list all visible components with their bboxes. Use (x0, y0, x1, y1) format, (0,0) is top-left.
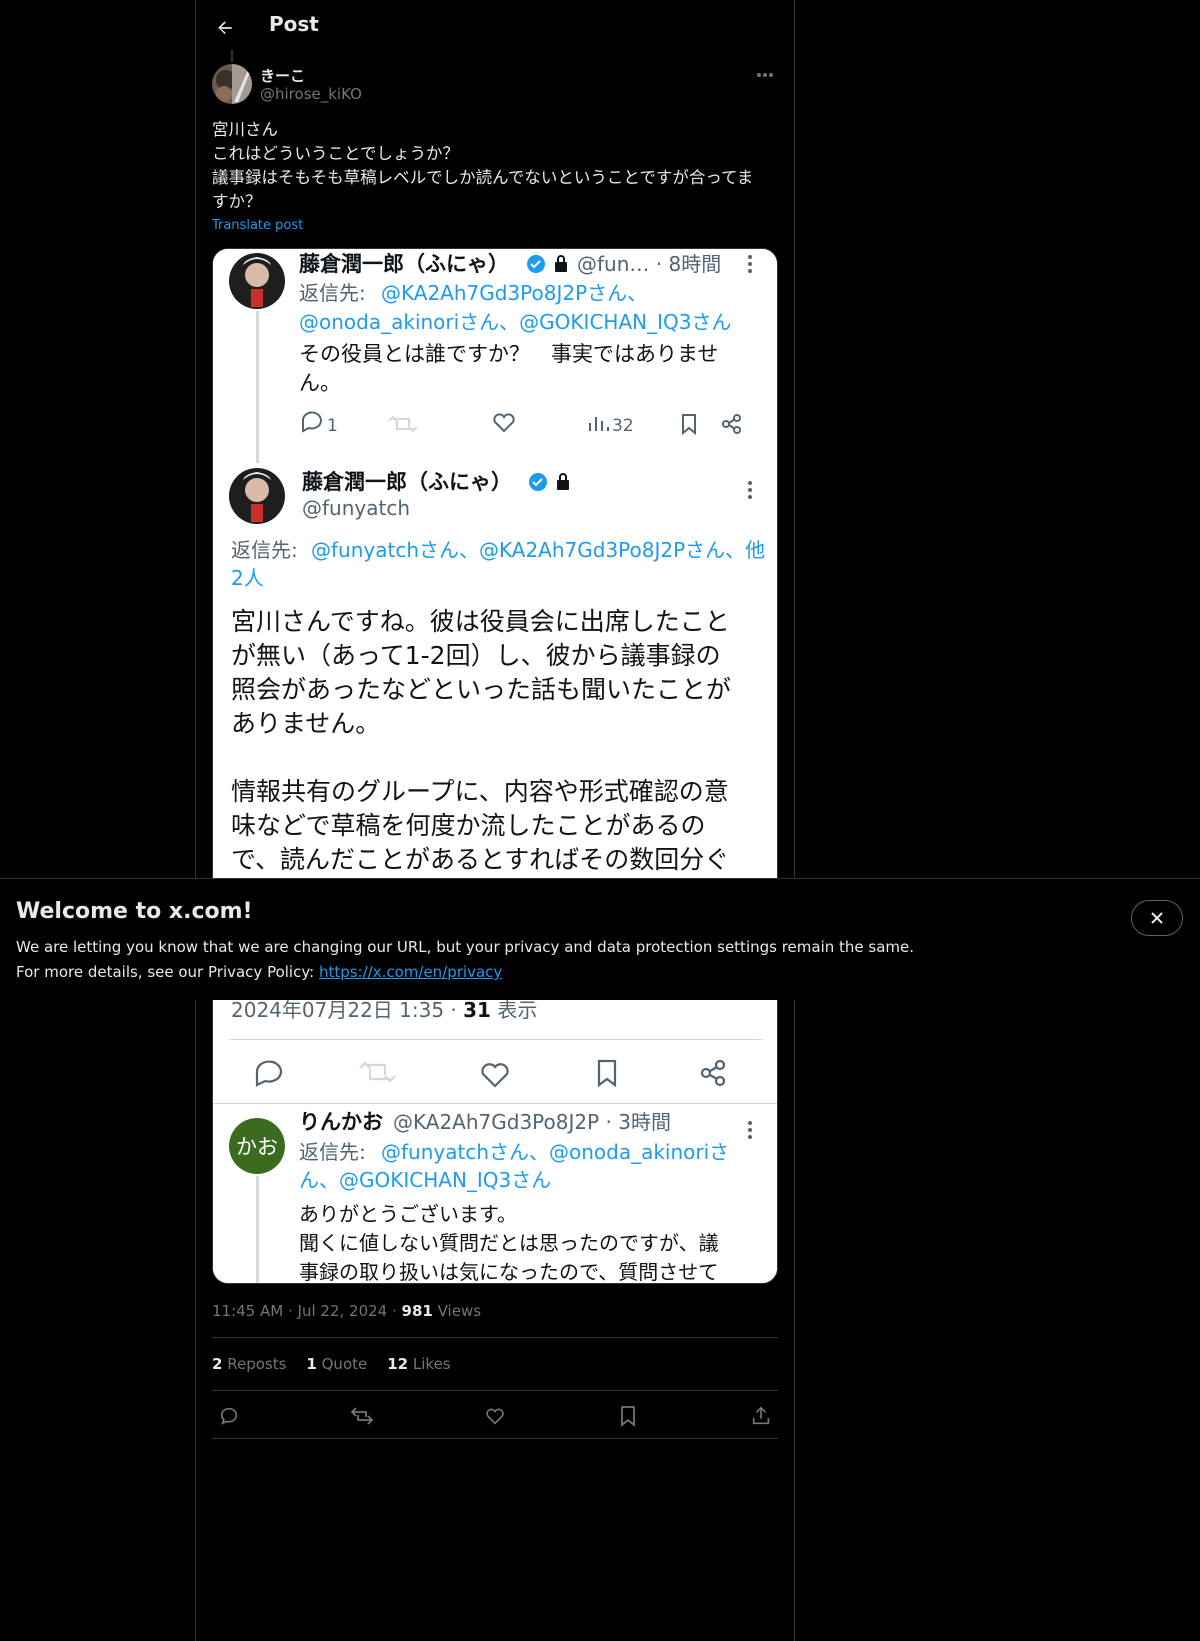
bookmark-button[interactable] (614, 1402, 642, 1430)
post-meta: 11:45 AM · Jul 22, 2024 · 981 Views (212, 1302, 482, 1320)
screenshot-reply-line: 2人 (231, 566, 264, 590)
page-title: Post (269, 12, 319, 36)
share-button[interactable] (747, 1402, 775, 1430)
divider (212, 1337, 778, 1338)
screenshot-reply-line: @funyatchさん、@onoda_akinoriさ (381, 1140, 729, 1164)
post-author: きーこ @hirose_kiKO (212, 63, 780, 107)
post-time[interactable]: 11:45 AM (212, 1302, 283, 1320)
screenshot-name: 藤倉潤一郎（ふにゃ） (301, 470, 512, 494)
verified-icon (527, 255, 545, 273)
screenshot-view-count: 32 (612, 416, 634, 436)
screenshot-text: 味などで草稿を何度か流したことがあるの (231, 811, 706, 840)
reposts-stat[interactable]: 2 Reposts (212, 1355, 286, 1373)
more-button[interactable] (750, 63, 780, 87)
screenshot-more-icon (748, 255, 752, 273)
like-button[interactable] (481, 1402, 509, 1430)
screenshot-reply-line: @KA2Ah7Gd3Po8J2Pさん、 (381, 281, 647, 305)
screenshot-reply-label: 返信先: (299, 1140, 366, 1164)
divider (212, 1390, 778, 1391)
banner-line: We are letting you know that we are chan… (16, 938, 915, 956)
screenshot-text: 照会があったなどといった話も聞いたことが (231, 675, 731, 704)
repost-icon (350, 1407, 374, 1425)
banner-text: We are letting you know that we are chan… (16, 935, 914, 985)
divider (212, 1438, 778, 1439)
post-image[interactable]: 藤倉潤一郎（ふにゃ） @fun… · 8時間 返信先: @KA2Ah7Gd3Po… (212, 248, 778, 1284)
screenshot-reply-line: @funyatchさん、@KA2Ah7Gd3Po8J2Pさん、他 (311, 538, 765, 562)
quotes-stat[interactable]: 1 Quote (306, 1355, 367, 1373)
screenshot-handle-time: @fun… · 8時間 (577, 252, 721, 276)
screenshot-reply-line: ん、@GOKICHAN_IQ3さん (299, 1168, 551, 1192)
more-horizontal-icon (757, 73, 773, 77)
banner-line: For more details, see our Privacy Policy… (16, 963, 503, 981)
screenshot-reply-label: 返信先: (231, 538, 298, 562)
screenshot-timestamp: 2024年07月22日 1:35 · 31 表示 (231, 998, 537, 1022)
reply-icon (220, 1407, 238, 1425)
close-icon (1151, 912, 1163, 924)
screenshot-name: りんかお (299, 1110, 383, 1134)
screenshot-text: が無い（あって1-2回）し、彼から議事録の (231, 641, 721, 670)
screenshot-name: 藤倉潤一郎（ふにゃ） (298, 252, 509, 276)
heart-icon (486, 1408, 504, 1425)
screenshot-text: で、読んだことがあるとすればその数回分ぐ (231, 845, 729, 874)
arrow-left-icon (218, 21, 232, 34)
banner-title: Welcome to x.com! (16, 899, 253, 924)
screenshot-text: 聞くに値しない質問だとは思ったのですが、議 (299, 1231, 719, 1255)
post-date[interactable]: Jul 22, 2024 (298, 1302, 388, 1320)
screenshot-text: その役員とは誰ですか？ 事実ではありませ (299, 342, 718, 366)
screenshot-handle-time: @KA2Ah7Gd3Po8J2P · 3時間 (393, 1110, 671, 1134)
share-icon (752, 1406, 770, 1425)
screenshot-avatar-text: かお (236, 1135, 278, 1159)
screenshot-text: ありがとうございます。 (299, 1202, 517, 1226)
screenshot-more-icon (748, 481, 752, 499)
screenshot-avatar (229, 253, 285, 309)
privacy-policy-link[interactable]: https://x.com/en/privacy (319, 963, 502, 981)
likes-stat[interactable]: 12 Likes (387, 1355, 450, 1373)
url-change-banner: Welcome to x.com! We are letting you kno… (0, 878, 1200, 1000)
repost-button[interactable] (348, 1402, 376, 1430)
verified-icon (529, 473, 547, 491)
author-handle[interactable]: @hirose_kiKO (260, 85, 362, 103)
header: Post (196, 0, 794, 54)
screenshot-reply-count: 1 (327, 416, 338, 436)
screenshot-text: 宮川さんですね。彼は役員会に出席したこと (231, 607, 730, 636)
avatar[interactable] (212, 64, 252, 104)
screenshot-text: 情報共有のグループに、内容や形式確認の意 (231, 777, 729, 806)
screenshot-more-icon (748, 1121, 752, 1139)
views-count: 981 (401, 1302, 433, 1320)
post-stats: 2 Reposts 1 Quote 12 Likes (212, 1355, 451, 1373)
timeline-column: Post きーこ @hirose_kiKO 宮川さん これはどういうことでしょう… (195, 0, 795, 1641)
screenshot-thread-line (256, 311, 259, 463)
screenshot-handle: @funyatch (302, 496, 410, 520)
translate-post-link[interactable]: Translate post (212, 218, 303, 233)
bookmark-icon (621, 1406, 635, 1427)
screenshot-reply-label: 返信先: (299, 281, 366, 305)
close-banner-button[interactable] (1131, 900, 1183, 936)
screenshot-reply-line: @onoda_akinoriさん、@GOKICHAN_IQ3さん (299, 310, 731, 334)
reply-button[interactable] (215, 1402, 243, 1430)
post-text: 宮川さん これはどういうことでしょうか？ 議事録はそもそも草稿レベルでしか読んで… (212, 120, 754, 211)
views-label: Views (437, 1302, 482, 1320)
screenshot-text: 事録の取り扱いは気になったので、質問させて (299, 1260, 718, 1284)
screenshot-text: ありません。 (231, 709, 380, 738)
screenshot-text: ん。 (299, 371, 341, 395)
back-button[interactable] (208, 11, 242, 45)
thread-line (231, 50, 233, 62)
post-actions (212, 1400, 778, 1432)
screenshot-avatar (229, 468, 285, 524)
author-name[interactable]: きーこ (260, 65, 305, 86)
